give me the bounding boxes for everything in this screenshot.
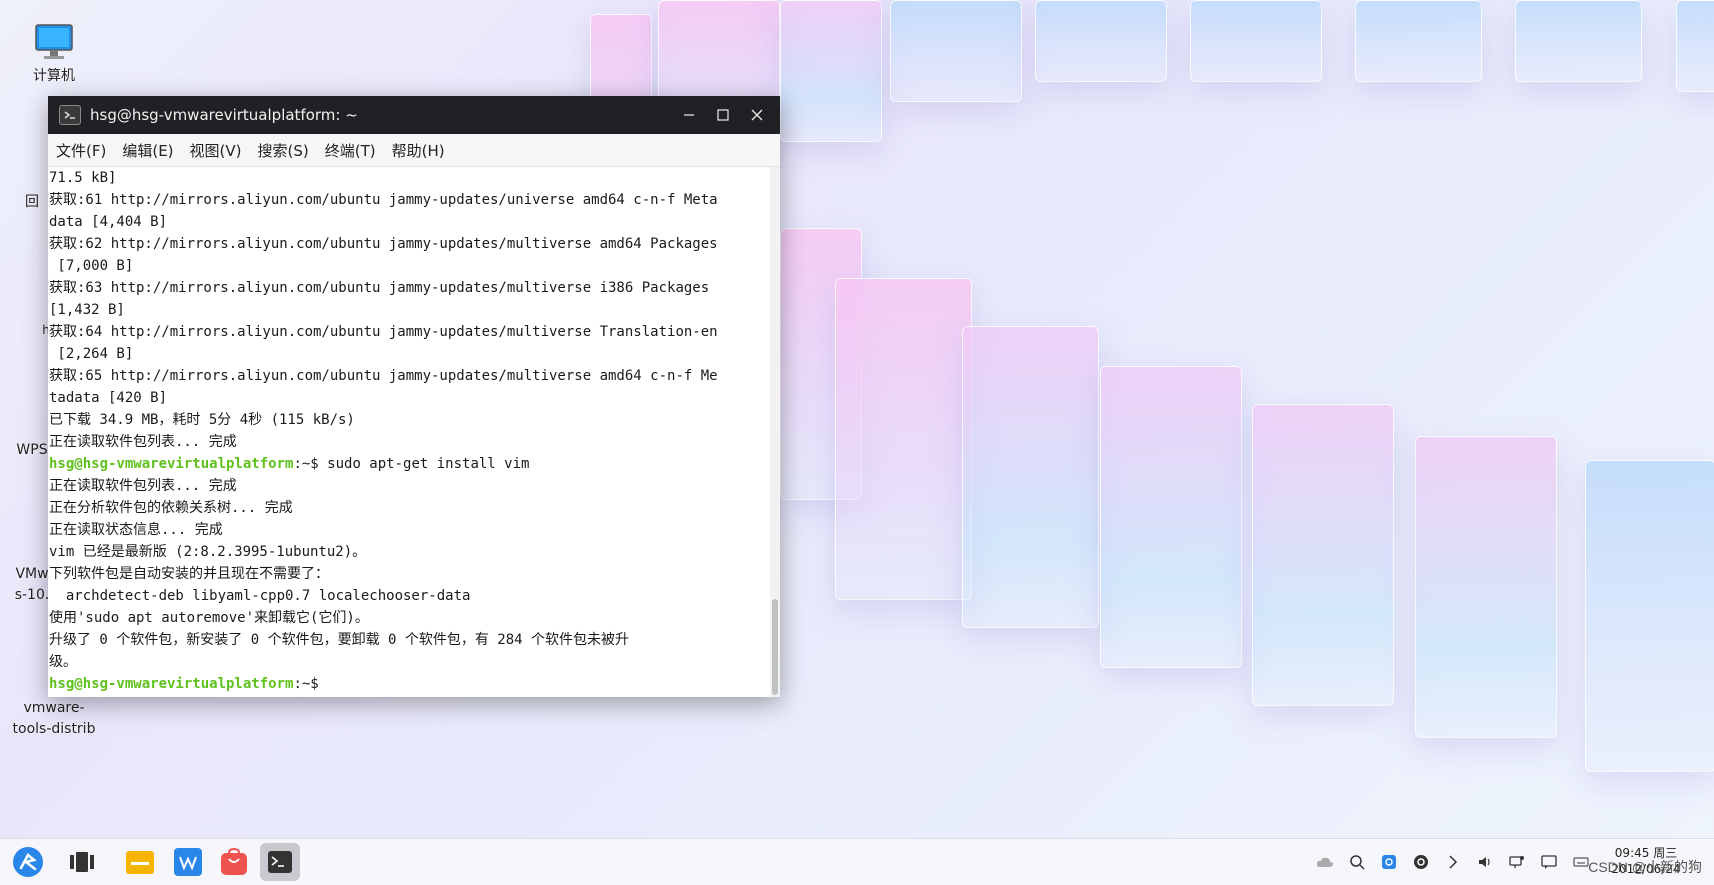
software-store-button[interactable] bbox=[214, 843, 254, 881]
menu-search[interactable]: 搜索(S) bbox=[258, 140, 309, 161]
update-icon[interactable] bbox=[1407, 839, 1435, 885]
wallpaper-pane bbox=[780, 0, 882, 142]
window-title: hsg@hsg-vmwarevirtualplatform: ~ bbox=[90, 106, 358, 124]
cloud-icon[interactable] bbox=[1311, 839, 1339, 885]
terminal-line: 正在读取软件包列表... 完成 bbox=[49, 478, 237, 494]
wallpaper-pane bbox=[1355, 0, 1482, 82]
minimize-icon bbox=[684, 114, 694, 116]
terminal-taskbar-button[interactable] bbox=[260, 843, 300, 881]
menu-view[interactable]: 视图(V) bbox=[190, 140, 242, 161]
wallpaper-pane bbox=[1585, 460, 1714, 772]
maximize-icon bbox=[717, 109, 729, 121]
wallpaper-pane bbox=[890, 0, 1022, 102]
minimize-button[interactable] bbox=[672, 96, 706, 134]
terminal-line: 使用'sudo apt autoremove'来卸载它(它们)。 bbox=[49, 610, 369, 626]
menu-bar: 文件(F) 编辑(E) 视图(V) 搜索(S) 终端(T) 帮助(H) bbox=[48, 134, 780, 167]
wallpaper-pane bbox=[1100, 366, 1242, 668]
vertical-scrollbar[interactable] bbox=[770, 167, 780, 697]
terminal-line: 71.5 kB] bbox=[49, 170, 117, 186]
scrollbar-thumb[interactable] bbox=[772, 599, 778, 695]
terminal-line: 已下载 34.9 MB，耗时 5分 4秒 (115 kB/s) bbox=[49, 412, 355, 428]
terminal-app-icon bbox=[59, 105, 81, 125]
wallpaper-pane bbox=[1035, 0, 1167, 82]
desktop-icon-computer[interactable]: 计算机 bbox=[4, 22, 104, 87]
desktop-icon-label: tools-distrib bbox=[12, 721, 96, 737]
terminal-line: vim 已经是最新版 (2:8.2.3995-1ubuntu2)。 bbox=[49, 544, 367, 560]
maximize-button[interactable] bbox=[706, 96, 740, 134]
search-icon[interactable] bbox=[1343, 839, 1371, 885]
menu-help[interactable]: 帮助(H) bbox=[392, 140, 445, 161]
terminal-line: 级。 bbox=[49, 654, 77, 670]
terminal-line: archdetect-deb libyaml-cpp0.7 localechoo… bbox=[49, 588, 471, 604]
wallpaper-pane bbox=[1252, 404, 1394, 706]
terminal-output[interactable]: 71.5 kB] 获取:61 http://mirrors.aliyun.com/… bbox=[48, 167, 770, 697]
terminal-line: [1,432 B] bbox=[49, 302, 125, 318]
wps-office-button[interactable] bbox=[168, 843, 208, 881]
prompt-user: hsg@hsg-vmwarevirtualplatform bbox=[49, 456, 294, 472]
multitask-view-button[interactable] bbox=[62, 843, 102, 881]
wallpaper-pane bbox=[1515, 0, 1642, 82]
watermark: CSDN @小新的狗 bbox=[1588, 859, 1702, 875]
desktop-icon-label: vmware- bbox=[23, 700, 85, 716]
menu-terminal[interactable]: 终端(T) bbox=[325, 140, 376, 161]
taskbar: 09:45 周三 2012/06/24 CSDN @小新的狗 bbox=[0, 838, 1714, 885]
monitor-icon bbox=[32, 22, 76, 62]
prompt-user: hsg@hsg-vmwarevirtualplatform bbox=[49, 676, 294, 692]
folder-icon bbox=[126, 851, 154, 874]
terminal-line: 正在分析软件包的依赖关系树... 完成 bbox=[49, 500, 293, 516]
terminal-line: tadata [420 B] bbox=[49, 390, 168, 406]
terminal-line: 升级了 0 个软件包，新安装了 0 个软件包，要卸载 0 个软件包，有 284 … bbox=[49, 632, 629, 648]
close-button[interactable] bbox=[740, 96, 774, 134]
terminal-line: hsg@hsg-vmwarevirtualplatform:~$ sudo ap… bbox=[48, 453, 770, 475]
window-titlebar[interactable]: hsg@hsg-vmwarevirtualplatform: ~ bbox=[48, 96, 780, 134]
terminal-line: 正在读取状态信息... 完成 bbox=[49, 522, 223, 538]
terminal-line: 获取:62 http://mirrors.aliyun.com/ubuntu j… bbox=[49, 236, 718, 252]
wallpaper-pane bbox=[1190, 0, 1322, 82]
terminal-line: 正在读取软件包列表... 完成 bbox=[49, 434, 237, 450]
terminal-line: 获取:61 http://mirrors.aliyun.com/ubuntu j… bbox=[49, 192, 718, 208]
terminal-line: 下列软件包是自动安装的并且现在不需要了： bbox=[49, 566, 329, 582]
terminal-line: hsg@hsg-vmwarevirtualplatform:~$ bbox=[48, 673, 770, 695]
prompt-suffix: :~$ bbox=[293, 676, 328, 692]
menu-file[interactable]: 文件(F) bbox=[56, 140, 106, 161]
command-text: sudo apt-get install vim bbox=[327, 456, 530, 472]
terminal-line: [2,264 B] bbox=[49, 346, 134, 362]
menu-edit[interactable]: 编辑(E) bbox=[122, 140, 173, 161]
wallpaper-pane bbox=[835, 278, 972, 600]
close-icon bbox=[751, 109, 763, 121]
terminal-window[interactable]: hsg@hsg-vmwarevirtualplatform: ~ 文件(F) 编… bbox=[48, 96, 780, 697]
network-manager-icon[interactable] bbox=[1375, 839, 1403, 885]
terminal-line: 获取:64 http://mirrors.aliyun.com/ubuntu j… bbox=[49, 324, 718, 340]
multitask-icon bbox=[70, 852, 94, 872]
terminal-line: 获取:63 http://mirrors.aliyun.com/ubuntu j… bbox=[49, 280, 710, 296]
wallpaper-pane bbox=[1415, 436, 1557, 738]
network-icon[interactable] bbox=[1503, 839, 1531, 885]
shopping-bag-icon bbox=[221, 847, 247, 875]
terminal-line: [7,000 B] bbox=[49, 258, 134, 274]
kylin-logo-icon bbox=[13, 847, 43, 877]
volume-icon[interactable] bbox=[1471, 839, 1499, 885]
prompt-suffix: :~$ bbox=[293, 456, 328, 472]
terminal-line: data [4,404 B] bbox=[49, 214, 168, 230]
file-manager-button[interactable] bbox=[120, 843, 160, 881]
start-menu-button[interactable] bbox=[8, 843, 48, 881]
desktop-icon-label: 计算机 bbox=[33, 68, 75, 84]
wps-icon bbox=[174, 848, 202, 876]
wallpaper-pane bbox=[1676, 0, 1714, 92]
terminal-line: 获取:65 http://mirrors.aliyun.com/ubuntu j… bbox=[49, 368, 718, 384]
notification-icon[interactable] bbox=[1535, 839, 1563, 885]
wallpaper-pane bbox=[962, 326, 1099, 628]
chevron-right-icon[interactable] bbox=[1439, 839, 1467, 885]
terminal-icon bbox=[268, 851, 292, 873]
